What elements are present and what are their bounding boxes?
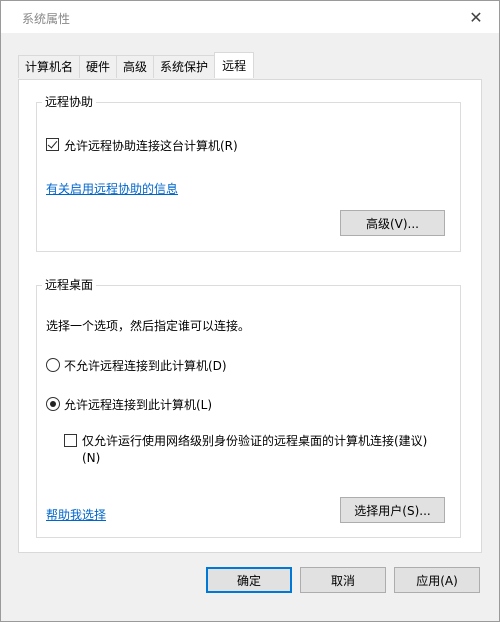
advanced-button[interactable]: 高级(V)... <box>340 210 445 236</box>
remote-desktop-title: 远程桌面 <box>42 278 97 292</box>
close-button[interactable]: ✕ <box>453 1 499 33</box>
tab-system-protection[interactable]: 系统保护 <box>153 55 216 78</box>
allow-remote-label: 允许远程连接到此计算机(L) <box>64 398 213 412</box>
remote-desktop-prompt: 选择一个选项，然后指定谁可以连接。 <box>46 319 251 333</box>
nla-row[interactable]: 仅允许运行使用网络级别身份验证的远程桌面的计算机连接(建议) (N) <box>64 433 444 467</box>
tab-advanced[interactable]: 高级 <box>116 55 155 78</box>
deny-remote-radio[interactable] <box>46 358 60 372</box>
remote-assistance-group: 远程协助 允许远程协助连接这台计算机(R) 有关启用远程协助的信息 高级(V).… <box>36 95 461 252</box>
tab-remote[interactable]: 远程 <box>214 52 255 78</box>
select-users-button[interactable]: 选择用户(S)... <box>340 497 445 523</box>
allow-remote-radio[interactable] <box>46 397 60 411</box>
close-icon: ✕ <box>469 7 483 27</box>
allow-remote-row[interactable]: 允许远程连接到此计算机(L) <box>46 396 212 413</box>
remote-desktop-group: 远程桌面 选择一个选项，然后指定谁可以连接。 不允许远程连接到此计算机(D) 允… <box>36 278 461 538</box>
allow-remote-assistance-label: 允许远程协助连接这台计算机(R) <box>64 139 238 153</box>
remote-tab-panel: 远程协助 允许远程协助连接这台计算机(R) 有关启用远程协助的信息 高级(V).… <box>18 79 482 553</box>
title-bar: 系统属性 ✕ <box>1 1 499 33</box>
deny-remote-row[interactable]: 不允许远程连接到此计算机(D) <box>46 357 227 374</box>
system-properties-window: 系统属性 ✕ 计算机名 硬件 高级 系统保护 远程 远程协助 允许远程协助连接这… <box>0 0 500 622</box>
cancel-button[interactable]: 取消 <box>300 567 386 593</box>
allow-remote-assistance-row[interactable]: 允许远程协助连接这台计算机(R) <box>46 137 238 154</box>
nla-checkbox[interactable] <box>64 434 77 447</box>
nla-label: 仅允许运行使用网络级别身份验证的远程桌面的计算机连接(建议) (N) <box>82 433 427 467</box>
help-me-choose-link[interactable]: 帮助我选择 <box>46 506 106 523</box>
ok-button[interactable]: 确定 <box>206 567 292 593</box>
remote-assistance-title: 远程协助 <box>42 95 97 109</box>
tab-computer-name[interactable]: 计算机名 <box>18 55 81 78</box>
tab-strip: 计算机名 硬件 高级 系统保护 远程 <box>18 52 255 79</box>
allow-remote-assistance-checkbox[interactable] <box>46 138 59 151</box>
nla-label-line2: (N) <box>82 451 101 465</box>
deny-remote-label: 不允许远程连接到此计算机(D) <box>64 359 227 373</box>
window-title: 系统属性 <box>22 12 71 26</box>
remote-assistance-info-link[interactable]: 有关启用远程协助的信息 <box>46 180 178 197</box>
nla-label-line1: 仅允许运行使用网络级别身份验证的远程桌面的计算机连接(建议) <box>82 434 428 448</box>
tab-hardware[interactable]: 硬件 <box>79 55 118 78</box>
apply-button[interactable]: 应用(A) <box>394 567 480 593</box>
